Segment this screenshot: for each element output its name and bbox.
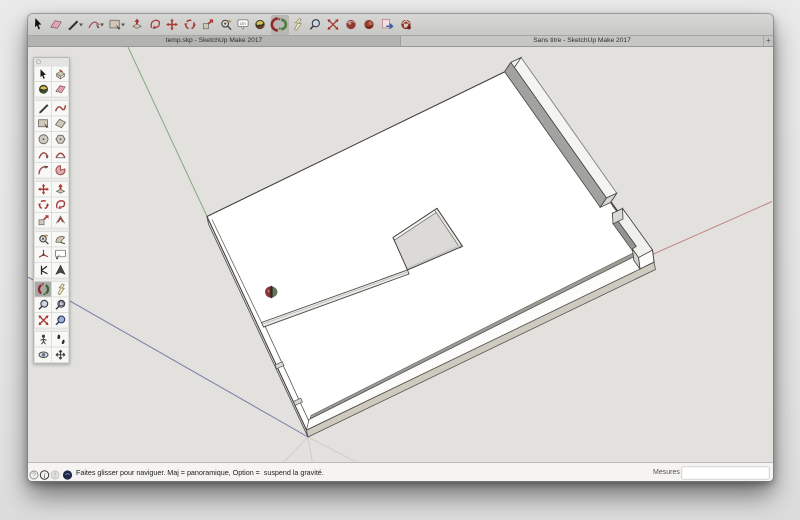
svg-text:?: ? xyxy=(32,473,36,480)
svg-text:i: i xyxy=(43,471,45,480)
svg-text:cm: cm xyxy=(240,21,246,26)
